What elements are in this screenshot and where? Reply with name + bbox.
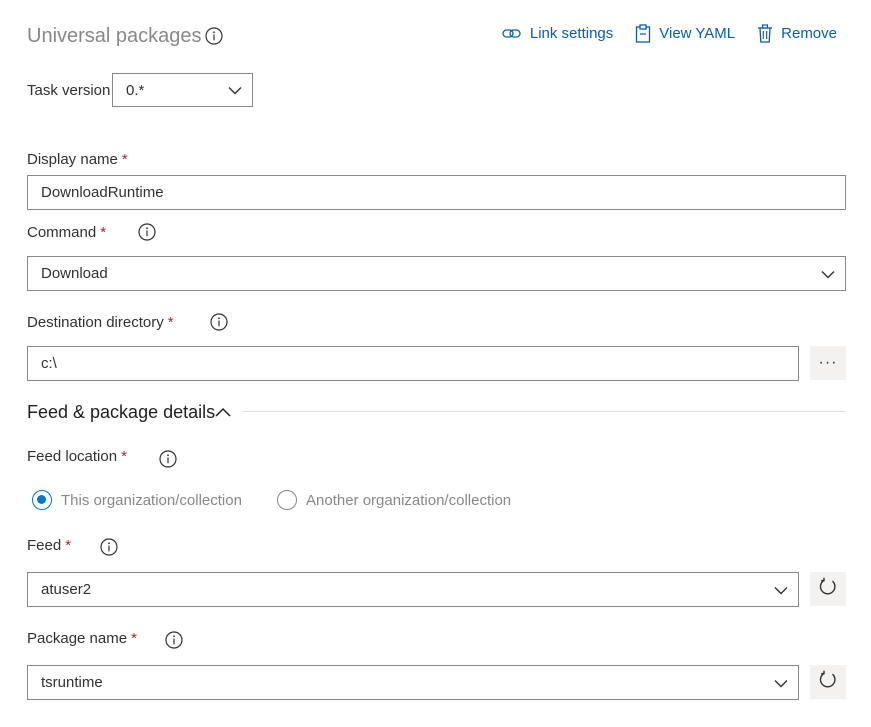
refresh-icon bbox=[818, 577, 838, 602]
header-actions: Link settings View YAML Remove bbox=[502, 24, 837, 43]
remove-label: Remove bbox=[781, 25, 837, 42]
info-icon[interactable] bbox=[159, 450, 177, 468]
task-version-value: 0.* bbox=[126, 81, 145, 99]
info-icon[interactable] bbox=[138, 223, 156, 241]
package-name-label-text: Package name bbox=[27, 630, 128, 647]
required-marker: * bbox=[167, 314, 174, 331]
feed-location-label-text: Feed location bbox=[27, 448, 118, 465]
refresh-icon bbox=[818, 670, 838, 695]
link-settings-button[interactable]: Link settings bbox=[502, 25, 613, 42]
radio-another-organization-label: Another organization/collection bbox=[306, 491, 512, 509]
required-marker: * bbox=[121, 151, 128, 168]
task-version-select[interactable]: 0.* bbox=[112, 73, 253, 107]
required-marker: * bbox=[121, 448, 127, 465]
trash-icon bbox=[757, 24, 773, 43]
page-title: Universal packages bbox=[27, 23, 202, 49]
command-value: Download bbox=[41, 265, 108, 282]
link-settings-label: Link settings bbox=[529, 25, 614, 42]
command-label: Command * bbox=[27, 223, 106, 243]
feed-label-text: Feed bbox=[27, 537, 62, 554]
chevron-down-icon bbox=[821, 265, 835, 282]
feed-select[interactable]: atuser2 bbox=[27, 572, 799, 607]
destination-value: c:\ bbox=[41, 355, 57, 372]
required-marker: * bbox=[100, 224, 107, 241]
chevron-down-icon bbox=[774, 674, 788, 691]
destination-input[interactable]: c:\ bbox=[27, 346, 799, 381]
section-divider bbox=[243, 411, 846, 412]
package-name-value: tsruntime bbox=[41, 674, 103, 691]
feed-value: atuser2 bbox=[41, 581, 92, 598]
browse-button[interactable]: ··· bbox=[810, 346, 846, 380]
command-select[interactable]: Download bbox=[27, 256, 846, 291]
info-icon[interactable] bbox=[205, 27, 223, 45]
display-name-input[interactable]: DownloadRuntime bbox=[27, 175, 846, 210]
chevron-down-icon bbox=[228, 82, 242, 99]
info-icon[interactable] bbox=[100, 538, 118, 556]
feed-label: Feed * bbox=[27, 536, 71, 556]
refresh-feed-button[interactable] bbox=[810, 572, 846, 606]
feed-location-label: Feed location * bbox=[27, 447, 127, 467]
more-icon: ··· bbox=[818, 354, 838, 371]
chevron-up-icon[interactable] bbox=[215, 404, 231, 422]
display-name-label-text: Display name bbox=[27, 151, 118, 168]
page-title-text: Universal packages bbox=[27, 25, 202, 47]
task-version-label: Task version bbox=[27, 82, 111, 99]
view-yaml-button[interactable]: View YAML bbox=[635, 24, 735, 43]
radio-unselected-icon bbox=[277, 490, 297, 510]
remove-button[interactable]: Remove bbox=[757, 24, 837, 43]
info-icon[interactable] bbox=[210, 313, 228, 331]
clipboard-icon bbox=[635, 24, 651, 43]
link-icon bbox=[502, 27, 522, 41]
destination-label: Destination directory * bbox=[27, 313, 174, 333]
section-title[interactable]: Feed & package details bbox=[27, 400, 215, 424]
required-marker: * bbox=[131, 630, 137, 647]
info-icon[interactable] bbox=[165, 631, 183, 649]
command-label-text: Command bbox=[27, 224, 97, 241]
display-name-label: Display name * bbox=[27, 150, 128, 170]
required-marker: * bbox=[65, 537, 72, 554]
package-name-label: Package name * bbox=[27, 629, 137, 649]
view-yaml-label: View YAML bbox=[659, 25, 736, 42]
radio-this-organization-label: This organization/collection bbox=[61, 491, 242, 509]
package-name-select[interactable]: tsruntime bbox=[27, 665, 799, 700]
section-title-text: Feed & package details bbox=[27, 402, 216, 422]
radio-another-organization[interactable]: Another organization/collection bbox=[277, 490, 511, 510]
radio-this-organization[interactable]: This organization/collection bbox=[32, 490, 242, 510]
display-name-value: DownloadRuntime bbox=[41, 184, 164, 201]
refresh-package-button[interactable] bbox=[810, 665, 846, 699]
radio-selected-icon bbox=[32, 490, 52, 510]
chevron-down-icon bbox=[774, 581, 788, 598]
destination-label-text: Destination directory bbox=[27, 314, 164, 331]
